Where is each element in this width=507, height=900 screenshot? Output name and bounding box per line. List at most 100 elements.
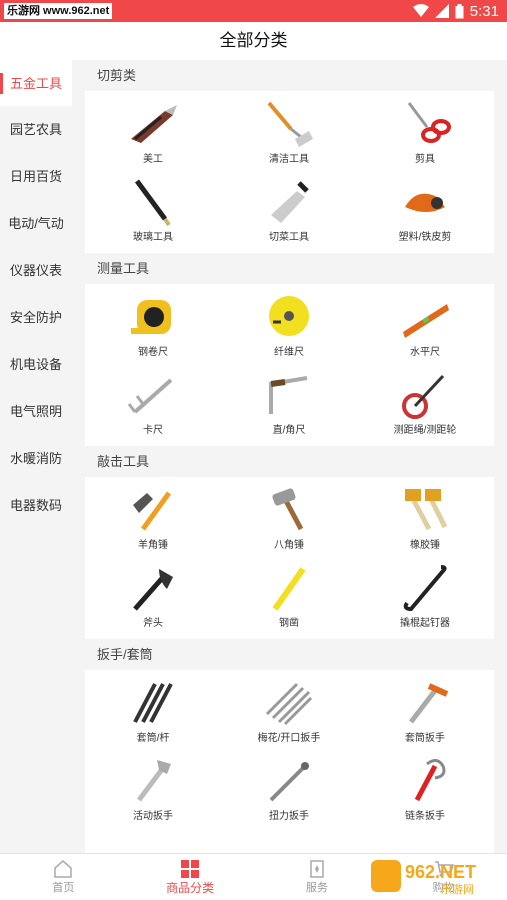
- section-grid: 套筒/杆 梅花/开口扳手 套筒扳手 活动扳手 扭力扳手 链条扳手: [85, 670, 494, 853]
- product-tile[interactable]: 钢凿: [221, 557, 357, 635]
- product-tile[interactable]: 塑料/铁皮剪: [357, 171, 493, 249]
- battery-icon: [455, 3, 464, 18]
- product-label: 撬棍起钉器: [400, 618, 450, 629]
- section-title: 扳手/套筒: [97, 647, 153, 662]
- product-label: 清洁工具: [269, 154, 309, 165]
- nav-label: 服务: [305, 882, 328, 894]
- product-label: 水平尺: [410, 347, 440, 358]
- product-label: 卡尺: [143, 425, 163, 436]
- adjustable-wrench-icon: [137, 760, 171, 802]
- product-tile[interactable]: 直/角尺: [221, 364, 357, 442]
- fiber-tape-icon: [269, 296, 309, 336]
- socket-wrench-icon: [409, 683, 449, 724]
- product-tile[interactable]: 八角锤: [221, 479, 357, 557]
- chain-wrench-icon: [414, 759, 446, 802]
- measuring-wheel-icon: [402, 374, 445, 419]
- product-tile[interactable]: 橡胶锤: [357, 479, 493, 557]
- nav-category[interactable]: 商品分类: [127, 854, 254, 900]
- tape-measure-icon: [131, 300, 171, 334]
- watermark-subtext: 乐游网: [441, 883, 474, 896]
- product-label: 梅花/开口扳手: [257, 733, 321, 744]
- nav-label: 商品分类: [166, 881, 215, 895]
- product-tile[interactable]: 套筒/杆: [85, 672, 221, 750]
- section-grid: 羊角锤 八角锤 橡胶锤 斧头 钢凿 撬棍起钉器: [85, 477, 494, 639]
- section-title: 测量工具: [97, 261, 150, 276]
- spirit-level-icon: [403, 304, 449, 338]
- category-content: 切剪类 美工 清洁工具 剪具 玻璃工具 切菜工具 塑料/铁皮剪 测量工具 钢卷尺…: [85, 60, 494, 853]
- section-grid: 美工 清洁工具 剪具 玻璃工具 切菜工具 塑料/铁皮剪: [85, 91, 494, 253]
- claw-hammer-icon: [133, 491, 172, 531]
- product-label: 纤维尺: [274, 347, 304, 358]
- watermark-site-label: 乐游网 www.962.net: [4, 3, 113, 19]
- home-icon: [54, 860, 73, 878]
- category-sidebar: 五金工具 园艺农具 日用百货 电动/气动 仪器仪表 安全防护 机电设备 电气照明…: [0, 60, 72, 853]
- product-label: 扭力扳手: [269, 811, 309, 822]
- product-label: 直/角尺: [272, 425, 306, 436]
- partial-tool-icon: [125, 834, 181, 853]
- section-title: 切剪类: [97, 68, 137, 83]
- product-label: 剪具: [415, 154, 435, 165]
- sidebar-item-plumbing[interactable]: 水暖消防: [0, 435, 72, 482]
- status-icons: 5:31: [412, 2, 499, 20]
- watermark-text: 962.NET: [405, 862, 476, 882]
- nav-label: 首页: [52, 882, 75, 894]
- sidebar-item-instruments[interactable]: 仪器仪表: [0, 247, 72, 294]
- product-tile[interactable]: 羊角锤: [85, 479, 221, 557]
- scraper-icon: [267, 101, 313, 147]
- sidebar-item-daily-goods[interactable]: 日用百货: [0, 153, 72, 200]
- nav-home[interactable]: 首页: [0, 854, 127, 900]
- product-tile[interactable]: 扭力扳手: [221, 750, 357, 828]
- product-tile[interactable]: 链条扳手: [357, 750, 493, 828]
- product-label: 套筒/杆: [136, 733, 170, 744]
- product-label: 橡胶锤: [410, 540, 440, 551]
- product-tile[interactable]: 斧头: [85, 557, 221, 635]
- section-grid: 钢卷尺 纤维尺 水平尺 卡尺 直/角尺 测距绳/测距轮: [85, 284, 494, 446]
- section-title: 敲击工具: [97, 454, 150, 469]
- socket-bar-icon: [133, 683, 173, 723]
- sidebar-item-safety[interactable]: 安全防护: [0, 294, 72, 341]
- utility-knife-icon: [131, 105, 177, 143]
- nav-service[interactable]: 服务: [254, 854, 381, 900]
- sidebar-item-electromechanical[interactable]: 机电设备: [0, 341, 72, 388]
- product-tile[interactable]: [85, 828, 221, 853]
- scissors-icon: [407, 102, 451, 143]
- product-tile[interactable]: 纤维尺: [221, 286, 357, 364]
- product-tile[interactable]: 玻璃工具: [85, 171, 221, 249]
- sledge-hammer-icon: [272, 488, 304, 531]
- watermark-logo: 962.NET 乐游网: [371, 860, 476, 896]
- product-label: 套筒扳手: [405, 733, 445, 744]
- sidebar-item-lighting[interactable]: 电气照明: [0, 388, 72, 435]
- caliper-icon: [127, 378, 173, 414]
- product-tile[interactable]: 剪具: [357, 93, 493, 171]
- square-ruler-icon: [269, 376, 308, 414]
- signal-icon: [434, 4, 449, 18]
- torque-wrench-icon: [269, 762, 309, 802]
- product-label: 塑料/铁皮剪: [398, 232, 452, 243]
- sidebar-item-hardware-tools[interactable]: 五金工具: [0, 60, 72, 106]
- product-tile[interactable]: 卡尺: [85, 364, 221, 442]
- kitchen-knife-icon: [271, 181, 309, 223]
- product-label: 羊角锤: [138, 540, 168, 551]
- status-bar: 乐游网 www.962.net 5:31: [0, 0, 507, 22]
- sidebar-item-garden-tools[interactable]: 园艺农具: [0, 106, 72, 153]
- sidebar-item-electronics[interactable]: 电器数码: [0, 482, 72, 529]
- category-icon: [181, 860, 200, 878]
- axe-icon: [133, 569, 173, 611]
- product-label: 玻璃工具: [133, 232, 173, 243]
- product-tile[interactable]: 钢卷尺: [85, 286, 221, 364]
- product-label: 美工: [143, 154, 163, 165]
- product-tile[interactable]: 清洁工具: [221, 93, 357, 171]
- product-tile[interactable]: 撬棍起钉器: [357, 557, 493, 635]
- product-tile[interactable]: 活动扳手: [85, 750, 221, 828]
- product-tile[interactable]: 梅花/开口扳手: [221, 672, 357, 750]
- product-tile[interactable]: 测距绳/测距轮: [357, 364, 493, 442]
- crowbar-icon: [403, 565, 447, 612]
- product-label: 测距绳/测距轮: [393, 425, 457, 436]
- product-label: 八角锤: [274, 540, 304, 551]
- product-tile[interactable]: 切菜工具: [221, 171, 357, 249]
- product-label: 活动扳手: [133, 811, 173, 822]
- sidebar-item-power-tools[interactable]: 电动/气动: [0, 200, 72, 247]
- product-tile[interactable]: 水平尺: [357, 286, 493, 364]
- product-tile[interactable]: 套筒扳手: [357, 672, 493, 750]
- product-tile[interactable]: 美工: [85, 93, 221, 171]
